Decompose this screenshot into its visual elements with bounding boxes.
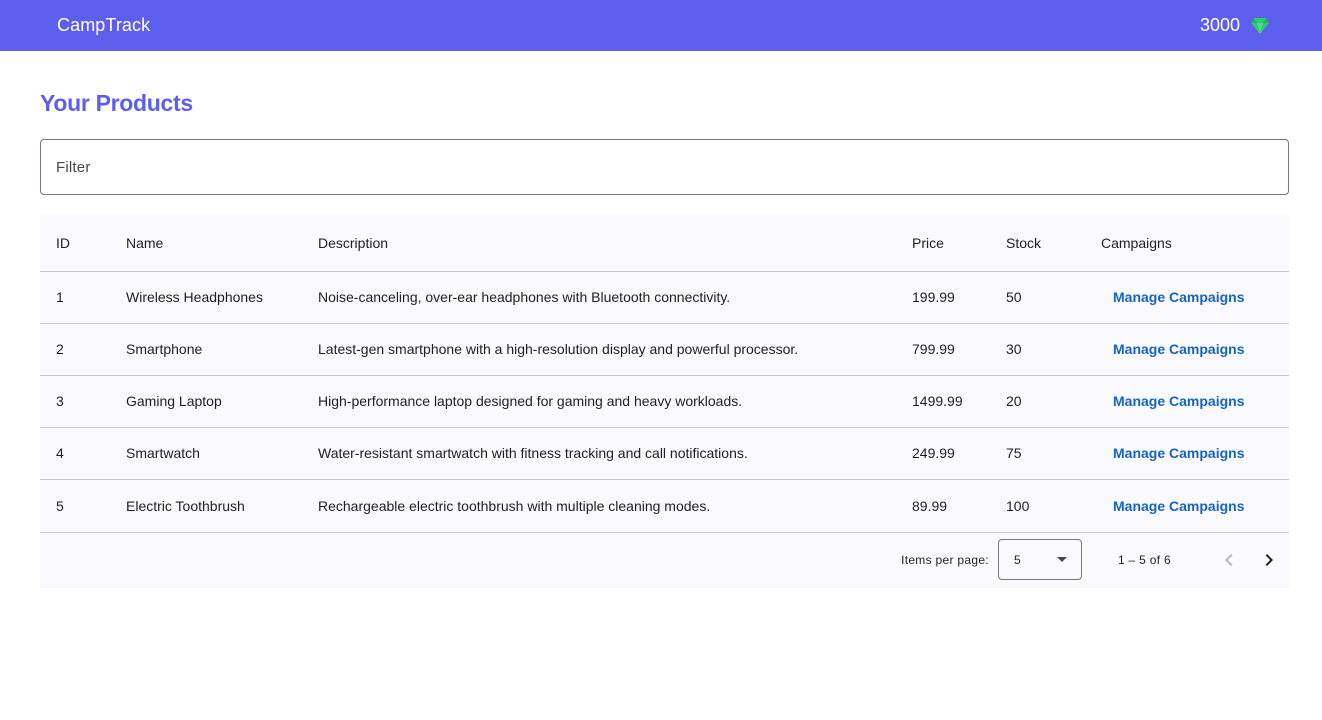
points-display: 3000 xyxy=(1200,15,1270,36)
column-header-stock[interactable]: Stock xyxy=(989,215,1084,271)
cell-price: 249.99 xyxy=(912,445,955,461)
items-per-page-label: Items per page: xyxy=(901,552,989,567)
cell-id: 5 xyxy=(56,497,64,514)
page-range-label: 1 – 5 of 6 xyxy=(1117,552,1171,567)
manage-campaigns-button[interactable]: Manage Campaigns xyxy=(1101,445,1256,461)
cell-description: Water-resistant smartwatch with fitness … xyxy=(318,445,748,461)
page-title: Your Products xyxy=(40,90,193,116)
column-header-campaigns: Campaigns xyxy=(1101,234,1172,251)
chevron-right-icon xyxy=(1265,553,1273,566)
cell-name: Smartphone xyxy=(126,341,203,357)
cell-id: 3 xyxy=(56,393,64,409)
cell-id: 2 xyxy=(56,341,64,357)
table-row: 3 Gaming Laptop High-performance laptop … xyxy=(40,375,1289,427)
products-table: ID Name Description Price Stock Campaign… xyxy=(40,215,1289,533)
points-value: 3000 xyxy=(1199,15,1240,35)
paginator: Items per page: 5 1 – 5 of 6 xyxy=(40,531,1289,588)
top-app-bar: CampTrack 3000 xyxy=(0,0,1322,51)
cell-price: 1499.99 xyxy=(912,393,963,409)
manage-campaigns-button[interactable]: Manage Campaigns xyxy=(1101,341,1256,357)
previous-page-button[interactable] xyxy=(1209,540,1249,580)
items-per-page-value: 5 xyxy=(1013,552,1021,567)
cell-id: 4 xyxy=(56,445,64,461)
items-per-page-select[interactable]: 5 xyxy=(997,539,1082,580)
manage-campaigns-button[interactable]: Manage Campaigns xyxy=(1101,498,1256,514)
column-header-name[interactable]: Name xyxy=(109,215,301,271)
manage-campaigns-button[interactable]: Manage Campaigns xyxy=(1101,289,1256,305)
cell-stock: 20 xyxy=(1006,393,1022,409)
cell-description: Latest-gen smartphone with a high-resolu… xyxy=(318,341,799,357)
manage-campaigns-button[interactable]: Manage Campaigns xyxy=(1101,393,1256,409)
next-page-button[interactable] xyxy=(1249,540,1289,580)
cell-stock: 30 xyxy=(1006,341,1022,357)
cell-name: Wireless Headphones xyxy=(126,289,263,305)
table-row: 4 Smartwatch Water-resistant smartwatch … xyxy=(40,427,1289,479)
cell-stock: 50 xyxy=(1006,289,1022,305)
cell-id: 1 xyxy=(56,289,64,305)
cell-campaigns: Manage Campaigns xyxy=(1084,323,1289,375)
cell-price: 799.99 xyxy=(912,341,955,357)
cell-description: High-performance laptop designed for gam… xyxy=(318,393,743,409)
cell-description: Rechargeable electric toothbrush with mu… xyxy=(318,497,711,514)
column-header-id[interactable]: ID xyxy=(40,215,109,271)
products-table-card: ID Name Description Price Stock Campaign… xyxy=(40,215,1289,588)
cell-campaigns: Manage Campaigns xyxy=(1084,479,1289,532)
table-header-row: ID Name Description Price Stock Campaign… xyxy=(40,215,1289,271)
table-row: 5 Electric Toothbrush Rechargeable elect… xyxy=(40,479,1289,532)
cell-stock: 100 xyxy=(1006,497,1030,514)
table-row: 1 Wireless Headphones Noise-canceling, o… xyxy=(40,271,1289,323)
cell-stock: 75 xyxy=(1006,445,1022,461)
cell-campaigns: Manage Campaigns xyxy=(1084,427,1289,479)
filter-input[interactable] xyxy=(41,140,1288,194)
table-row: 2 Smartphone Latest-gen smartphone with … xyxy=(40,323,1289,375)
filter-field[interactable] xyxy=(40,139,1289,195)
chevron-left-icon xyxy=(1225,553,1233,566)
column-header-description[interactable]: Description xyxy=(301,215,895,271)
column-header-price[interactable]: Price xyxy=(895,215,989,271)
cell-campaigns: Manage Campaigns xyxy=(1084,375,1289,427)
app-title[interactable]: CampTrack xyxy=(57,15,150,36)
cell-price: 89.99 xyxy=(912,497,948,514)
cell-campaigns: Manage Campaigns xyxy=(1084,271,1289,323)
cell-name: Smartwatch xyxy=(126,445,200,461)
caret-down-icon xyxy=(1056,557,1067,562)
cell-description: Noise-canceling, over-ear headphones wit… xyxy=(318,289,731,305)
gem-icon xyxy=(1250,17,1270,35)
cell-name: Electric Toothbrush xyxy=(126,497,245,514)
cell-price: 199.99 xyxy=(912,289,955,305)
cell-name: Gaming Laptop xyxy=(126,393,222,409)
